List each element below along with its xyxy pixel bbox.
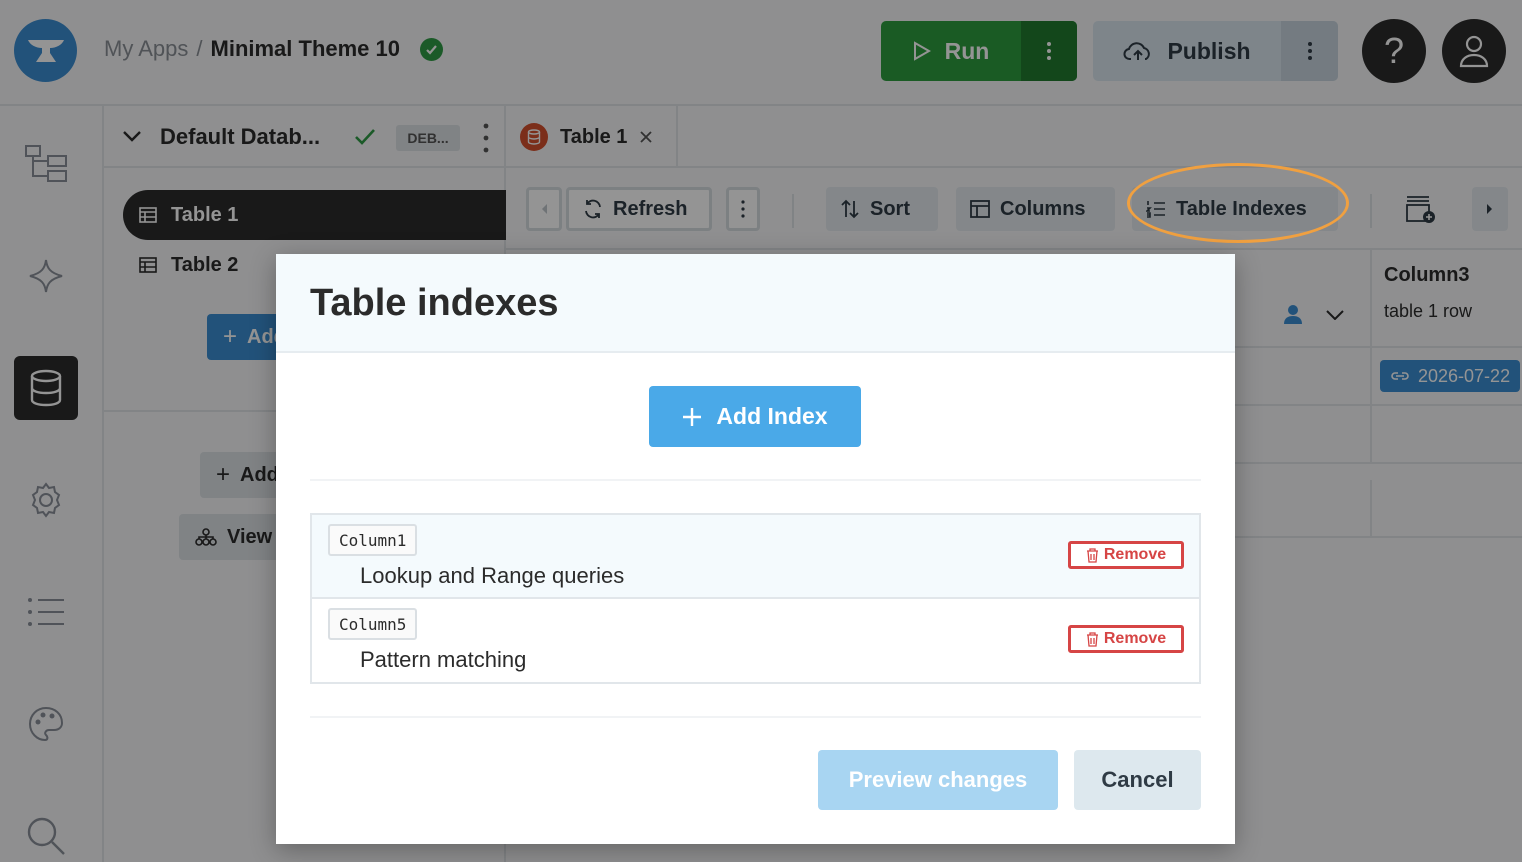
- index-list: Column1 Lookup and Range queries Remove …: [310, 513, 1201, 684]
- trash-icon: [1086, 631, 1098, 647]
- add-index-button[interactable]: Add Index: [649, 386, 861, 447]
- remove-index-button[interactable]: Remove: [1068, 625, 1184, 653]
- index-column-name: Column5: [328, 608, 418, 640]
- divider: [310, 716, 1201, 718]
- preview-changes-button[interactable]: Preview changes: [818, 750, 1058, 810]
- dialog-title: Table indexes: [310, 282, 559, 324]
- table-indexes-highlight: [1127, 163, 1349, 243]
- remove-label: Remove: [1103, 546, 1167, 563]
- cancel-button[interactable]: Cancel: [1074, 750, 1201, 810]
- divider: [310, 479, 1201, 481]
- table-indexes-dialog: Table indexes Add Index Column1 Lookup a…: [276, 254, 1235, 844]
- index-type: Lookup and Range queries: [360, 563, 625, 588]
- add-index-label: Add Index: [716, 403, 828, 429]
- trash-icon: [1086, 547, 1098, 563]
- remove-label: Remove: [1103, 630, 1167, 647]
- list-item: Column1 Lookup and Range queries Remove: [312, 515, 1199, 599]
- plus-icon: [683, 407, 702, 426]
- index-type: Pattern matching: [360, 647, 527, 672]
- remove-index-button[interactable]: Remove: [1068, 541, 1184, 569]
- index-column-name: Column1: [328, 524, 418, 556]
- list-item: Column5 Pattern matching Remove: [312, 599, 1199, 683]
- dialog-header: Table indexes: [276, 254, 1235, 353]
